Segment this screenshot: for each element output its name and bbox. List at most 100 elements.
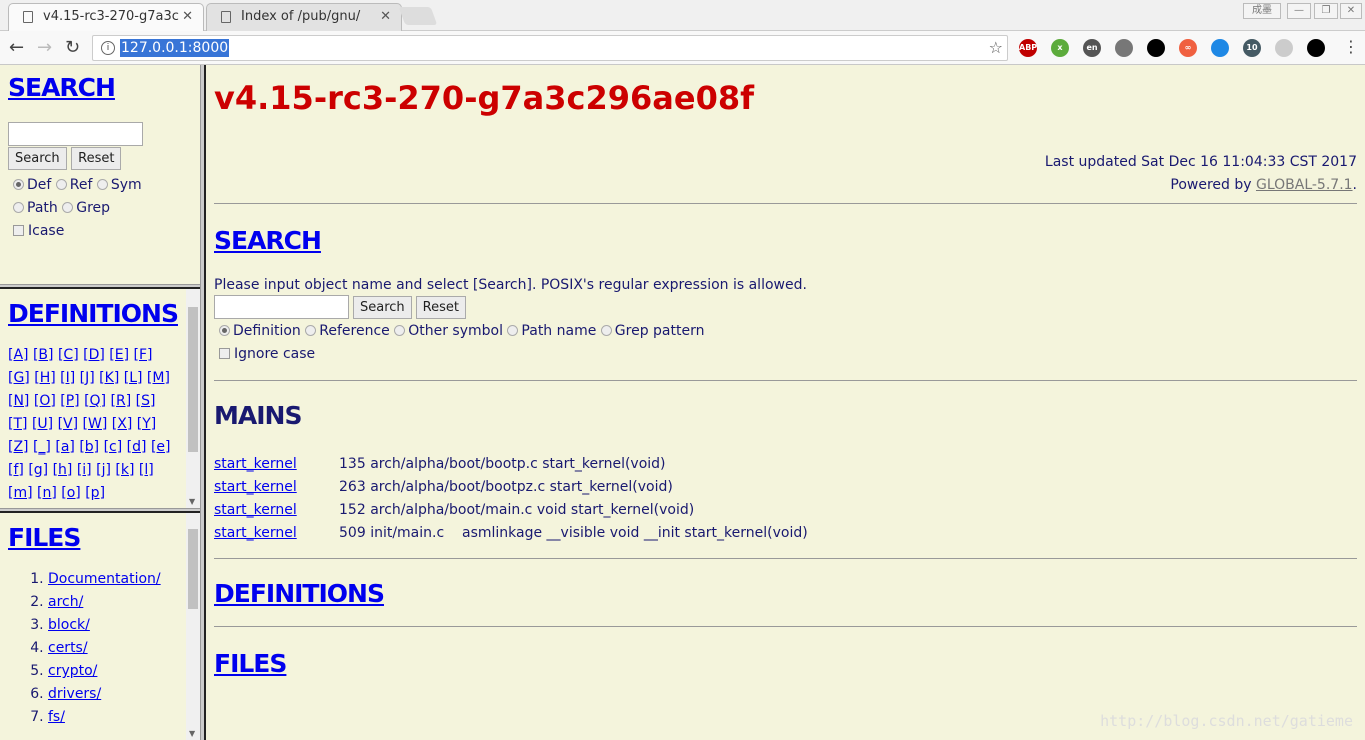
radio-sym[interactable]: Sym: [96, 177, 142, 193]
letter-link[interactable]: [c]: [104, 439, 123, 455]
url-text[interactable]: 127.0.0.1:8000: [120, 39, 230, 57]
letter-link[interactable]: [m]: [8, 485, 33, 501]
letter-link[interactable]: [I]: [60, 370, 75, 386]
tab-active[interactable]: v4.15-rc3-270-g7a3c ✕: [8, 3, 204, 31]
letter-link[interactable]: [i]: [77, 462, 92, 478]
symbol-link[interactable]: start_kernel: [214, 479, 297, 495]
extension-script-icon[interactable]: [1115, 39, 1133, 57]
address-bar[interactable]: i 127.0.0.1:8000 ☆: [92, 35, 1008, 61]
letter-link[interactable]: [_]: [33, 439, 51, 455]
letter-link[interactable]: [e]: [151, 439, 171, 455]
radio-ref[interactable]: Ref: [55, 177, 92, 193]
letter-link[interactable]: [C]: [58, 347, 79, 363]
radio-grep[interactable]: Grep: [62, 200, 110, 216]
definitions-heading-link[interactable]: DEFINITIONS: [214, 579, 385, 608]
letter-link[interactable]: [f]: [8, 462, 24, 478]
global-link[interactable]: GLOBAL-5.7.1: [1256, 177, 1353, 193]
file-link[interactable]: drivers/: [48, 686, 101, 702]
new-tab-button[interactable]: [398, 7, 438, 25]
file-link[interactable]: fs/: [48, 709, 65, 725]
letter-link[interactable]: [R]: [111, 393, 132, 409]
letter-link[interactable]: [X]: [112, 416, 133, 432]
close-window-button[interactable]: ✕: [1340, 3, 1362, 19]
close-tab-icon[interactable]: ✕: [182, 4, 193, 30]
letter-link[interactable]: [M]: [147, 370, 170, 386]
letter-link[interactable]: [d]: [127, 439, 147, 455]
scrollbar[interactable]: ▼: [186, 289, 200, 508]
forward-icon[interactable]: →: [37, 37, 52, 58]
left-search-button[interactable]: Search: [8, 147, 67, 170]
scrollbar[interactable]: ▼: [186, 513, 200, 740]
main-search-button[interactable]: Search: [353, 295, 412, 319]
reload-icon[interactable]: ↻: [65, 37, 80, 58]
gnome-foot-icon[interactable]: [1307, 39, 1325, 57]
letter-link[interactable]: [S]: [136, 393, 156, 409]
radio-reference[interactable]: Reference: [305, 323, 390, 339]
letter-link[interactable]: [U]: [32, 416, 53, 432]
close-tab-icon[interactable]: ✕: [380, 4, 391, 30]
letter-link[interactable]: [L]: [124, 370, 143, 386]
radio-path[interactable]: Path: [13, 200, 58, 216]
radio-other-symbol[interactable]: Other symbol: [394, 323, 503, 339]
letter-link[interactable]: [W]: [83, 416, 108, 432]
letter-link[interactable]: [D]: [83, 347, 105, 363]
letter-link[interactable]: [p]: [85, 485, 105, 501]
left-search-input[interactable]: [8, 122, 143, 146]
letter-link[interactable]: [K]: [99, 370, 119, 386]
info-icon[interactable]: i: [101, 41, 115, 55]
tab-inactive[interactable]: Index of /pub/gnu/ ✕: [206, 3, 402, 31]
file-link[interactable]: certs/: [48, 640, 88, 656]
ring-icon[interactable]: [1147, 39, 1165, 57]
letter-link[interactable]: [H]: [34, 370, 55, 386]
letter-link[interactable]: [Q]: [84, 393, 106, 409]
letter-link[interactable]: [j]: [96, 462, 111, 478]
left-reset-button[interactable]: Reset: [71, 147, 122, 170]
letter-link[interactable]: [P]: [60, 393, 79, 409]
letter-link[interactable]: [T]: [8, 416, 27, 432]
key-icon[interactable]: [1211, 39, 1229, 57]
letter-link[interactable]: [o]: [61, 485, 81, 501]
main-reset-button[interactable]: Reset: [415, 295, 466, 319]
symbol-link[interactable]: start_kernel: [214, 525, 297, 541]
letter-link[interactable]: [G]: [8, 370, 30, 386]
letter-link[interactable]: [J]: [80, 370, 95, 386]
bookmark-star-icon[interactable]: ☆: [989, 38, 1003, 57]
letter-link[interactable]: [l]: [139, 462, 154, 478]
letter-link[interactable]: [Z]: [8, 439, 29, 455]
letter-link[interactable]: [E]: [109, 347, 129, 363]
file-link[interactable]: Documentation/: [48, 571, 161, 587]
letter-link[interactable]: [F]: [134, 347, 153, 363]
infinity-icon[interactable]: ∞: [1179, 39, 1197, 57]
radio-grep-pattern[interactable]: Grep pattern: [600, 323, 704, 339]
checkbox-icase[interactable]: Icase: [13, 223, 64, 239]
letter-link[interactable]: [A]: [8, 347, 29, 363]
files-heading-link[interactable]: FILES: [8, 523, 81, 552]
symbol-link[interactable]: start_kernel: [214, 456, 297, 472]
checkbox-ignore-case[interactable]: Ignore case: [219, 346, 315, 362]
letter-link[interactable]: [N]: [8, 393, 29, 409]
adblock-plus-icon[interactable]: ABP: [1019, 39, 1037, 57]
definitions-heading-link[interactable]: DEFINITIONS: [8, 299, 179, 328]
letter-link[interactable]: [V]: [58, 416, 79, 432]
file-link[interactable]: arch/: [48, 594, 83, 610]
letter-link[interactable]: [h]: [53, 462, 73, 478]
letter-link[interactable]: [n]: [37, 485, 57, 501]
translate-en-icon[interactable]: en: [1083, 39, 1101, 57]
radio-path-name[interactable]: Path name: [507, 323, 596, 339]
radio-def[interactable]: Def: [13, 177, 51, 193]
symbol-link[interactable]: start_kernel: [214, 502, 297, 518]
letter-link[interactable]: [k]: [115, 462, 134, 478]
menu-icon[interactable]: ⋮: [1343, 37, 1359, 56]
letter-link[interactable]: [O]: [34, 393, 56, 409]
letter-link[interactable]: [B]: [33, 347, 54, 363]
puzzle-icon[interactable]: [1275, 39, 1293, 57]
letter-link[interactable]: [b]: [79, 439, 99, 455]
extension-x-icon[interactable]: x: [1051, 39, 1069, 57]
file-link[interactable]: crypto/: [48, 663, 97, 679]
search-heading-link[interactable]: SEARCH: [8, 73, 116, 102]
back-icon[interactable]: ←: [9, 37, 24, 58]
file-link[interactable]: block/: [48, 617, 90, 633]
star-badge-icon[interactable]: 10: [1243, 39, 1261, 57]
radio-definition[interactable]: Definition: [219, 323, 301, 339]
ime-button[interactable]: 成墨: [1243, 3, 1281, 19]
